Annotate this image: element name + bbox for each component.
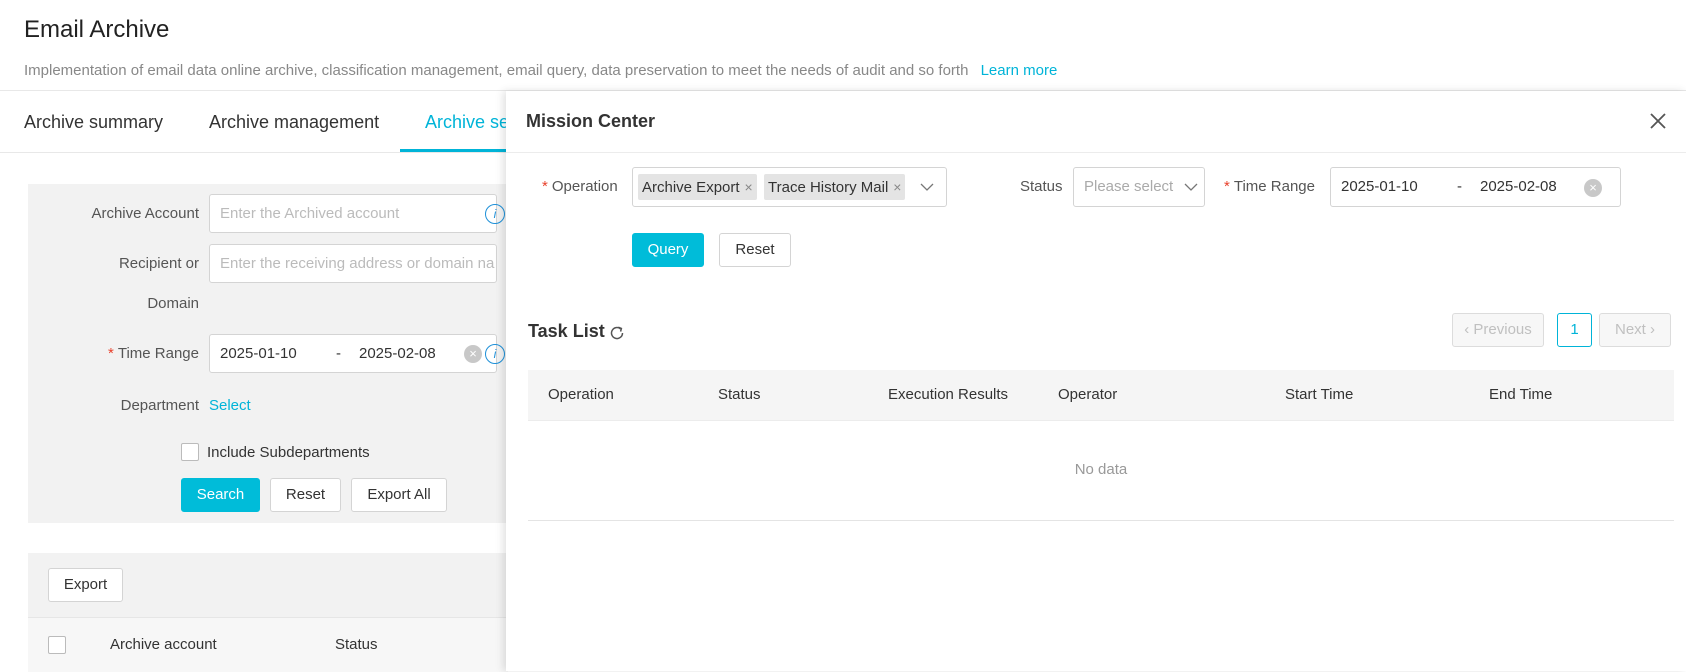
previous-page-button[interactable]: ‹ Previous bbox=[1452, 313, 1544, 347]
department-select-link[interactable]: Select bbox=[209, 397, 251, 414]
reset-button[interactable]: Reset bbox=[270, 478, 341, 512]
empty-state-text: No data bbox=[1074, 461, 1128, 478]
time-range-label-text: Time Range bbox=[1233, 178, 1315, 195]
operation-tag: Trace History Mail × bbox=[764, 174, 906, 200]
status-label: Status bbox=[1020, 178, 1063, 195]
chevron-down-icon bbox=[920, 183, 934, 191]
page-1-button[interactable]: 1 bbox=[1557, 313, 1592, 347]
include-subdepartments-label: Include Subdepartments bbox=[207, 444, 370, 461]
start-date[interactable]: 2025-01-10 bbox=[1341, 178, 1418, 195]
column-header-start-time: Start Time bbox=[1285, 386, 1354, 403]
operation-tag: Archive Export × bbox=[638, 174, 757, 200]
description-text: Implementation of email data online arch… bbox=[24, 62, 969, 79]
reset-button[interactable]: Reset bbox=[719, 233, 791, 267]
tag-remove-icon[interactable]: × bbox=[893, 179, 901, 195]
column-header-status: Status bbox=[335, 636, 378, 653]
task-table-header: Operation Status Execution Results Opera… bbox=[528, 370, 1674, 420]
drawer-title: Mission Center bbox=[526, 111, 656, 131]
mission-center-drawer: Mission Center * Operation Archive Export… bbox=[506, 91, 1686, 671]
column-header-operation: Operation bbox=[548, 386, 614, 403]
department-label: Department bbox=[120, 397, 199, 414]
column-header-operator: Operator bbox=[1058, 386, 1118, 403]
task-table-bottom-border bbox=[528, 520, 1674, 521]
info-icon[interactable]: i bbox=[485, 344, 505, 364]
date-separator: - bbox=[336, 345, 341, 362]
tab-archive-search[interactable]: Archive se bbox=[425, 112, 509, 133]
recipient-label-line1: Recipient or bbox=[118, 255, 199, 272]
drawer-header-divider bbox=[506, 152, 1686, 153]
archive-account-input[interactable]: Enter the Archived account bbox=[209, 194, 497, 233]
task-header-divider bbox=[528, 420, 1674, 421]
chevron-down-icon bbox=[1184, 183, 1198, 191]
refresh-icon[interactable] bbox=[608, 324, 626, 342]
time-range-label: * Time Range bbox=[108, 345, 199, 362]
tabs-divider bbox=[0, 152, 520, 153]
start-date[interactable]: 2025-01-10 bbox=[220, 345, 297, 362]
end-date[interactable]: 2025-02-08 bbox=[1480, 178, 1557, 195]
search-button[interactable]: Search bbox=[181, 478, 260, 512]
export-all-button[interactable]: Export All bbox=[351, 478, 447, 512]
tab-archive-management[interactable]: Archive management bbox=[209, 112, 379, 133]
recipient-label-line2: Domain bbox=[147, 295, 199, 312]
column-header-archive-account: Archive account bbox=[110, 636, 217, 653]
task-list-title: Task List bbox=[528, 321, 605, 341]
select-all-checkbox[interactable] bbox=[48, 636, 66, 654]
column-header-end-time: End Time bbox=[1489, 386, 1553, 403]
column-header-status: Status bbox=[718, 386, 761, 403]
filter-panel: Archive Account Enter the Archived accou… bbox=[28, 184, 508, 523]
operation-multiselect[interactable]: Archive Export × Trace History Mail × bbox=[632, 167, 947, 207]
required-mark: * bbox=[1224, 178, 1230, 195]
time-range-picker[interactable]: 2025-01-10 - 2025-02-08 × bbox=[209, 334, 497, 373]
operation-label: * Operation bbox=[542, 178, 618, 195]
close-icon[interactable] bbox=[1646, 109, 1670, 133]
status-select[interactable]: Please select bbox=[1073, 167, 1205, 207]
recipient-domain-input[interactable]: Enter the receiving address or domain na bbox=[209, 244, 497, 283]
tab-archive-summary[interactable]: Archive summary bbox=[24, 112, 163, 133]
clear-icon[interactable]: × bbox=[464, 345, 482, 363]
next-page-button[interactable]: Next › bbox=[1599, 313, 1671, 347]
status-placeholder: Please select bbox=[1084, 178, 1174, 195]
export-button[interactable]: Export bbox=[48, 568, 123, 602]
column-header-execution-results: Execution Results bbox=[888, 386, 1009, 403]
time-range-label-text: Time Range bbox=[117, 345, 199, 362]
tag-label: Archive Export bbox=[642, 179, 740, 196]
learn-more-link[interactable]: Learn more bbox=[981, 62, 1058, 79]
tag-remove-icon[interactable]: × bbox=[745, 179, 753, 195]
info-icon[interactable]: i bbox=[485, 204, 505, 224]
tag-label: Trace History Mail bbox=[768, 179, 889, 196]
query-button[interactable]: Query bbox=[632, 233, 704, 267]
page-title: Email Archive bbox=[24, 16, 170, 43]
operation-label-text: Operation bbox=[551, 178, 618, 195]
clear-icon[interactable]: × bbox=[1584, 179, 1602, 197]
archive-account-label: Archive Account bbox=[91, 205, 199, 222]
archive-table-header: Archive account Status bbox=[28, 617, 508, 672]
end-date[interactable]: 2025-02-08 bbox=[359, 335, 436, 372]
time-range-label: * Time Range bbox=[1224, 178, 1315, 195]
required-mark: * bbox=[108, 345, 114, 362]
tab-bar: Archive summary Archive management Archi… bbox=[0, 91, 520, 153]
page-description: Implementation of email data online arch… bbox=[24, 62, 1057, 79]
date-separator: - bbox=[1457, 178, 1462, 195]
time-range-picker[interactable]: 2025-01-10 - 2025-02-08 × bbox=[1330, 167, 1621, 207]
required-mark: * bbox=[542, 178, 548, 195]
include-subdepartments-checkbox[interactable] bbox=[181, 443, 199, 461]
